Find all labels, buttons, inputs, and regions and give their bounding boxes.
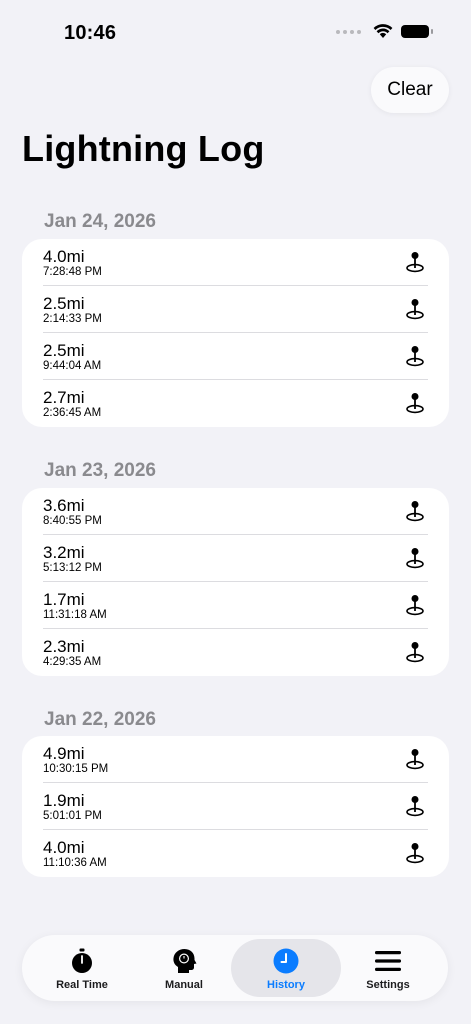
menu-lines-icon [375,951,401,971]
distance-value: 3.6mi [43,496,85,515]
distance-value: 2.5mi [43,341,85,360]
log-row[interactable]: 4.0mi 11:10:36 AM [22,830,449,877]
map-pin-icon[interactable] [405,345,425,367]
time-value: 4:29:35 AM [43,656,102,668]
cellular-signal-icon [336,29,361,34]
distance-value: 2.7mi [43,388,85,407]
map-pin-icon[interactable] [405,748,425,770]
map-pin-icon[interactable] [405,594,425,616]
tab-history[interactable]: History [231,939,341,997]
distance-value: 2.3mi [43,637,85,656]
time-value: 2:14:33 PM [43,313,102,325]
status-time: 10:46 [64,22,117,44]
time-value: 8:40:55 PM [43,515,102,527]
section-date-header: Jan 24, 2026 [44,211,156,232]
log-row[interactable]: 2.5mi 2:14:33 PM [22,286,449,333]
stopwatch-icon [72,948,92,973]
tab-label: Real Time [56,979,108,991]
log-row[interactable]: 1.9mi 5:01:01 PM [22,783,449,830]
time-value: 5:13:12 PM [43,562,102,574]
map-pin-icon[interactable] [405,392,425,414]
log-row[interactable]: 4.9mi 10:30:15 PM [22,736,449,783]
map-pin-icon[interactable] [405,298,425,320]
distance-value: 3.2mi [43,543,85,562]
log-row[interactable]: 2.7mi 2:36:45 AM [22,380,449,427]
log-row[interactable]: 1.7mi 11:31:18 AM [22,582,449,629]
tab-real-time[interactable]: Real Time [27,939,137,997]
tab-label: History [267,979,305,991]
clear-button[interactable]: Clear [371,67,449,113]
log-row[interactable]: 2.5mi 9:44:04 AM [22,333,449,380]
section-date-header: Jan 22, 2026 [44,709,156,730]
log-row[interactable]: 3.2mi 5:13:12 PM [22,535,449,582]
log-row[interactable]: 3.6mi 8:40:55 PM [22,488,449,535]
map-pin-icon[interactable] [405,795,425,817]
tab-manual[interactable]: Manual [129,939,239,997]
tab-bar: Real Time Manual History Settings [22,935,448,1001]
head-profile-icon [173,949,197,973]
log-card: 4.9mi 10:30:15 PM 1.9mi 5:01:01 PM 4.0mi… [22,736,449,877]
distance-value: 2.5mi [43,294,85,313]
battery-icon [401,25,433,38]
clock-icon [273,948,299,974]
map-pin-icon[interactable] [405,547,425,569]
distance-value: 4.9mi [43,744,85,763]
distance-value: 1.7mi [43,590,85,609]
time-value: 5:01:01 PM [43,810,102,822]
map-pin-icon[interactable] [405,251,425,273]
time-value: 9:44:04 AM [43,360,102,372]
tab-label: Settings [366,979,410,991]
log-card: 4.0mi 7:28:48 PM 2.5mi 2:14:33 PM 2.5mi … [22,239,449,427]
time-value: 11:31:18 AM [43,609,107,621]
log-row[interactable]: 4.0mi 7:28:48 PM [22,239,449,286]
status-icons [336,24,433,39]
status-bar: 10:46 [0,0,471,60]
map-pin-icon[interactable] [405,500,425,522]
tab-label: Manual [165,979,203,991]
wifi-icon [373,24,393,38]
distance-value: 4.0mi [43,838,85,857]
log-row[interactable]: 2.3mi 4:29:35 AM [22,629,449,676]
time-value: 7:28:48 PM [43,266,102,278]
page-title: Lightning Log [22,128,265,169]
distance-value: 1.9mi [43,791,85,810]
tab-settings[interactable]: Settings [333,939,443,997]
time-value: 11:10:36 AM [43,857,107,869]
section-date-header: Jan 23, 2026 [44,460,156,481]
map-pin-icon[interactable] [405,842,425,864]
map-pin-icon[interactable] [405,641,425,663]
distance-value: 4.0mi [43,247,85,266]
time-value: 10:30:15 PM [43,763,109,775]
log-card: 3.6mi 8:40:55 PM 3.2mi 5:13:12 PM 1.7mi … [22,488,449,676]
time-value: 2:36:45 AM [43,407,102,419]
